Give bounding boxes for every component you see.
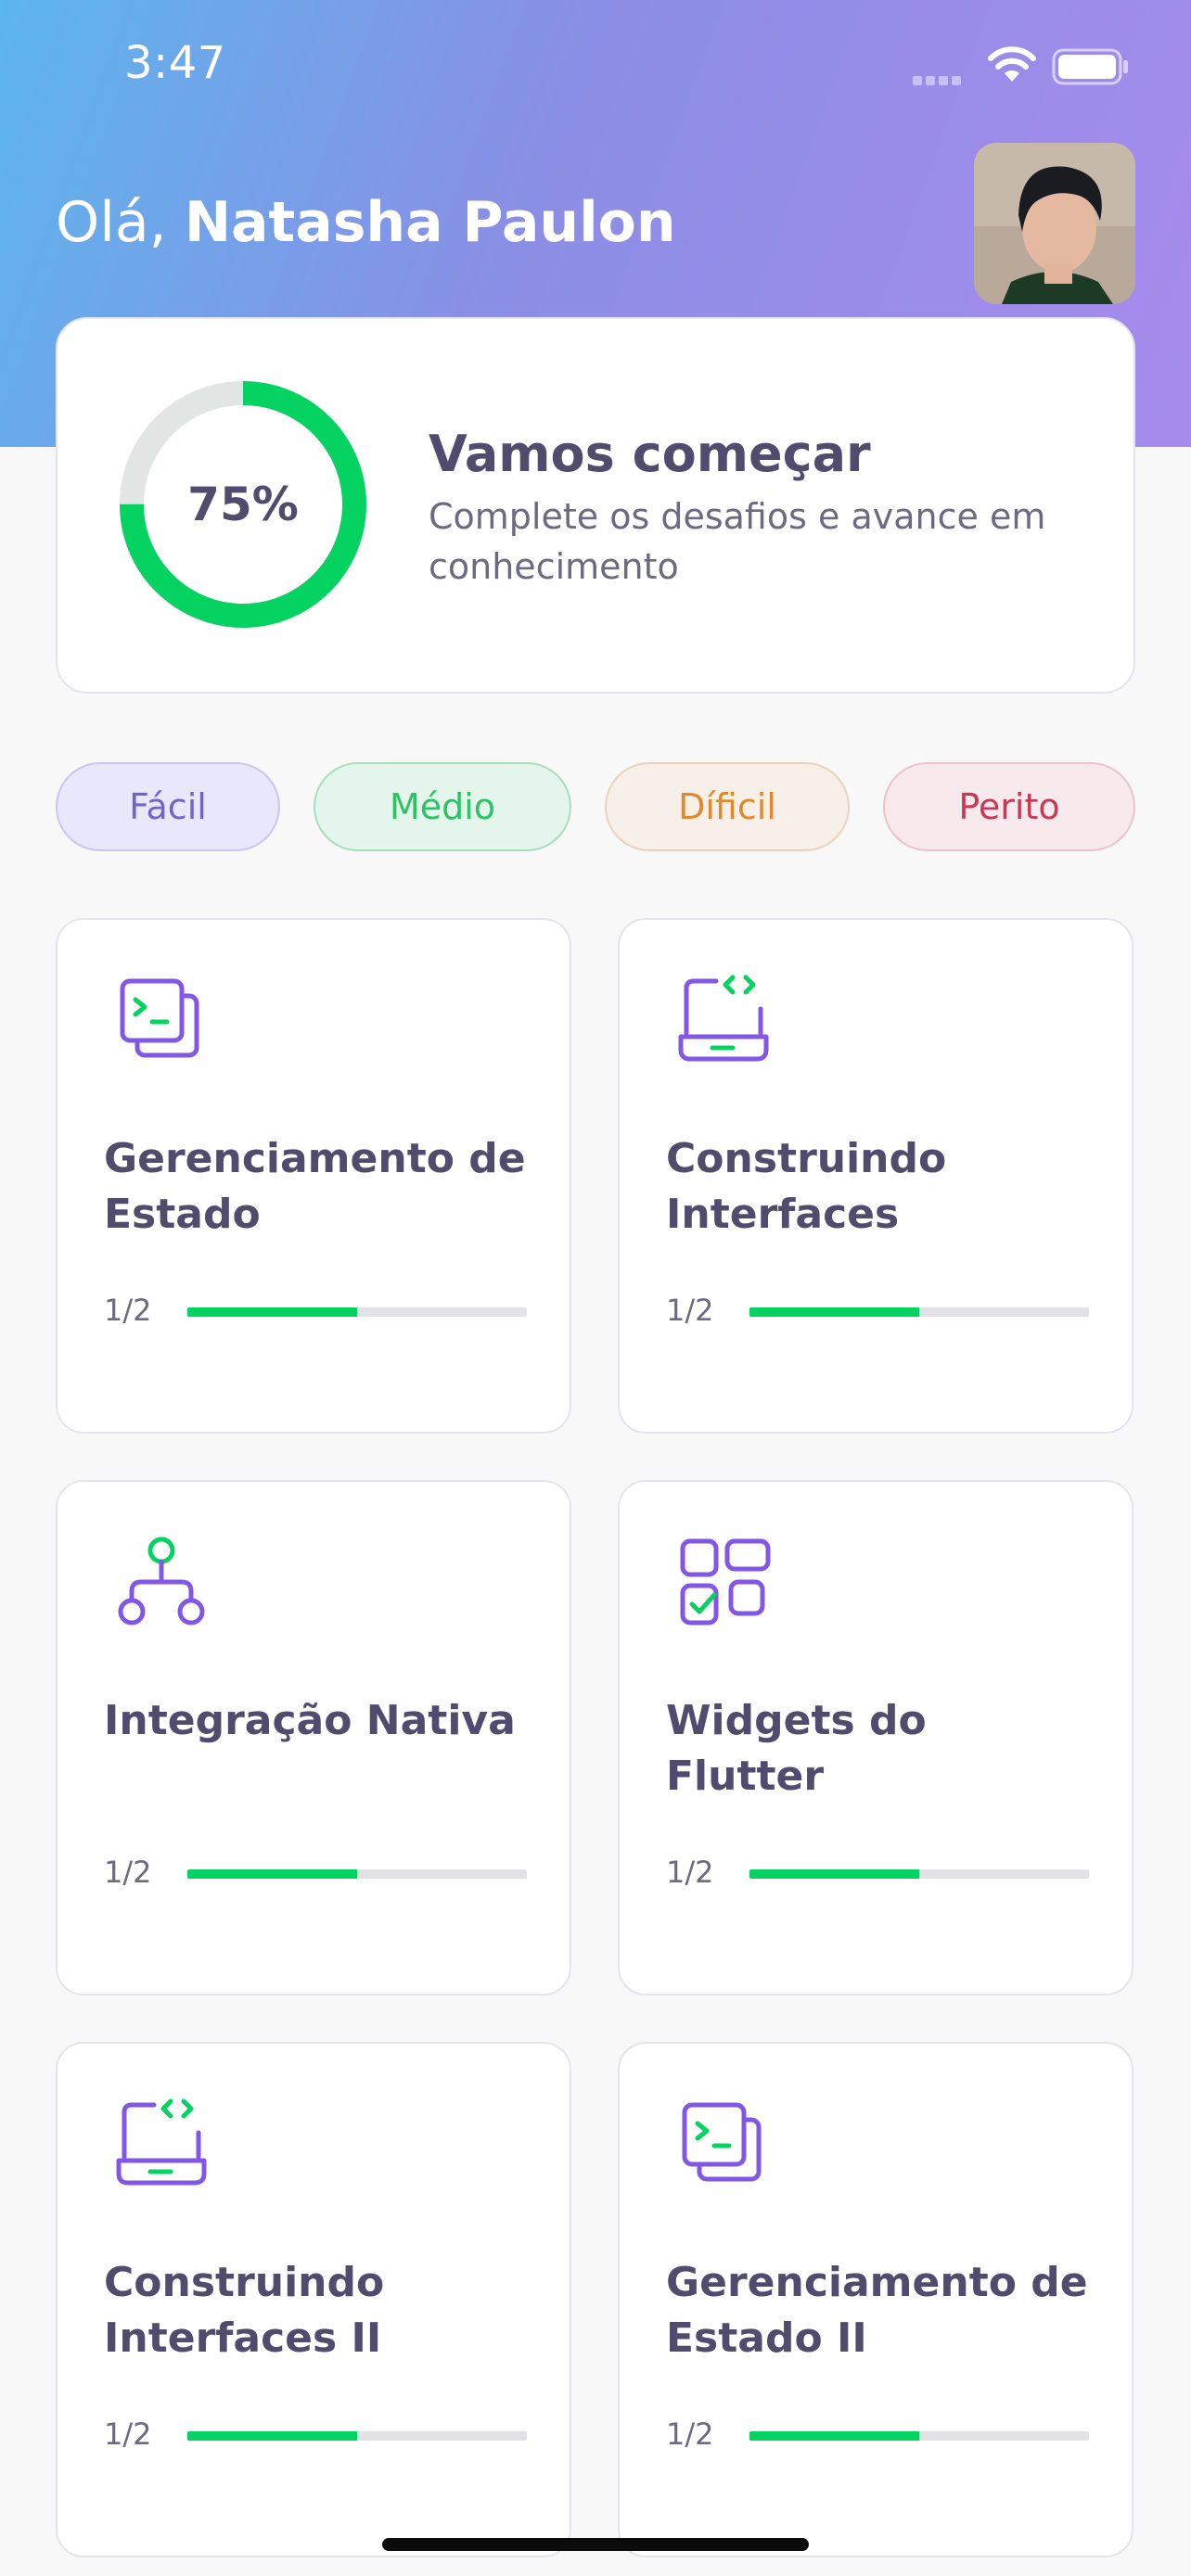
widgets-icon: [680, 1538, 771, 1626]
challenge-progress-bar: [749, 2431, 1089, 2441]
hierarchy-icon: [118, 1537, 205, 1626]
challenge-title: Construindo Interfaces: [666, 1135, 947, 1238]
challenge-card[interactable]: Gerenciamento de Estado II 1/2: [618, 2042, 1133, 2557]
status-icons: [913, 46, 1135, 89]
laptop-code-icon: [678, 975, 769, 1062]
user-name: Natasha Paulon: [184, 190, 676, 255]
challenge-progress-fill: [187, 1307, 357, 1317]
challenge-progress-bar: [187, 1307, 527, 1317]
challenge-progress-bar: [187, 2431, 527, 2441]
greeting-prefix: Olá,: [56, 190, 167, 255]
challenge-progress-bar: [749, 1307, 1089, 1317]
battery-icon: [1052, 48, 1128, 85]
avatar[interactable]: [974, 143, 1135, 304]
challenge-progress-fill: [749, 1307, 919, 1317]
challenge-title: Integração Nativa: [104, 1697, 516, 1744]
challenge-progress-fill: [749, 1869, 919, 1879]
challenge-card[interactable]: Widgets do Flutter 1/2: [618, 1480, 1133, 1996]
challenge-count: 1/2: [104, 1293, 152, 1328]
challenge-progress-fill: [187, 2431, 357, 2441]
challenge-progress-bar: [749, 1869, 1089, 1879]
progress-subtitle: Complete os desafios e avance em conheci…: [429, 496, 1046, 587]
filter-chip-perito[interactable]: Perito: [883, 762, 1135, 851]
challenge-card[interactable]: Integração Nativa 1/2: [56, 1480, 571, 1996]
challenge-card[interactable]: Gerenciamento de Estado 1/2: [56, 918, 571, 1434]
filter-chip-dificil[interactable]: Díficil: [605, 762, 850, 851]
wifi-icon: [988, 46, 1036, 82]
challenge-card[interactable]: Construindo Interfaces 1/2: [618, 918, 1133, 1434]
terminal-icon: [682, 2102, 762, 2182]
challenge-progress-fill: [749, 2431, 919, 2441]
challenge-count: 1/2: [666, 1855, 714, 1890]
challenge-title: Gerenciamento de Estado II: [666, 2259, 1088, 2362]
status-time: 3:47: [124, 37, 226, 89]
challenge-title: Construindo Interfaces II: [104, 2259, 385, 2362]
progress-percent: 75%: [187, 478, 299, 531]
filter-chip-medio[interactable]: Médio: [314, 762, 571, 851]
challenge-progress-bar: [187, 1869, 527, 1879]
progress-card: 75% Vamos começar Complete os desafios e…: [56, 317, 1135, 694]
challenge-count: 1/2: [104, 2417, 152, 2452]
challenge-card[interactable]: Construindo Interfaces II 1/2: [56, 2042, 571, 2557]
challenge-progress-fill: [187, 1869, 357, 1879]
terminal-icon: [120, 978, 199, 1058]
challenge-title: Widgets do Flutter: [666, 1697, 927, 1800]
avatar-photo: [974, 143, 1135, 304]
filter-chip-facil[interactable]: Fácil: [56, 762, 280, 851]
home-indicator[interactable]: [382, 2538, 809, 2551]
greeting: Olá, Natasha Paulon: [56, 190, 676, 255]
progress-title: Vamos começar: [429, 425, 871, 483]
challenge-count: 1/2: [666, 2417, 714, 2452]
challenge-count: 1/2: [666, 1293, 714, 1328]
challenge-count: 1/2: [104, 1855, 152, 1890]
laptop-code-icon: [116, 2098, 207, 2186]
challenge-title: Gerenciamento de Estado: [104, 1135, 526, 1238]
